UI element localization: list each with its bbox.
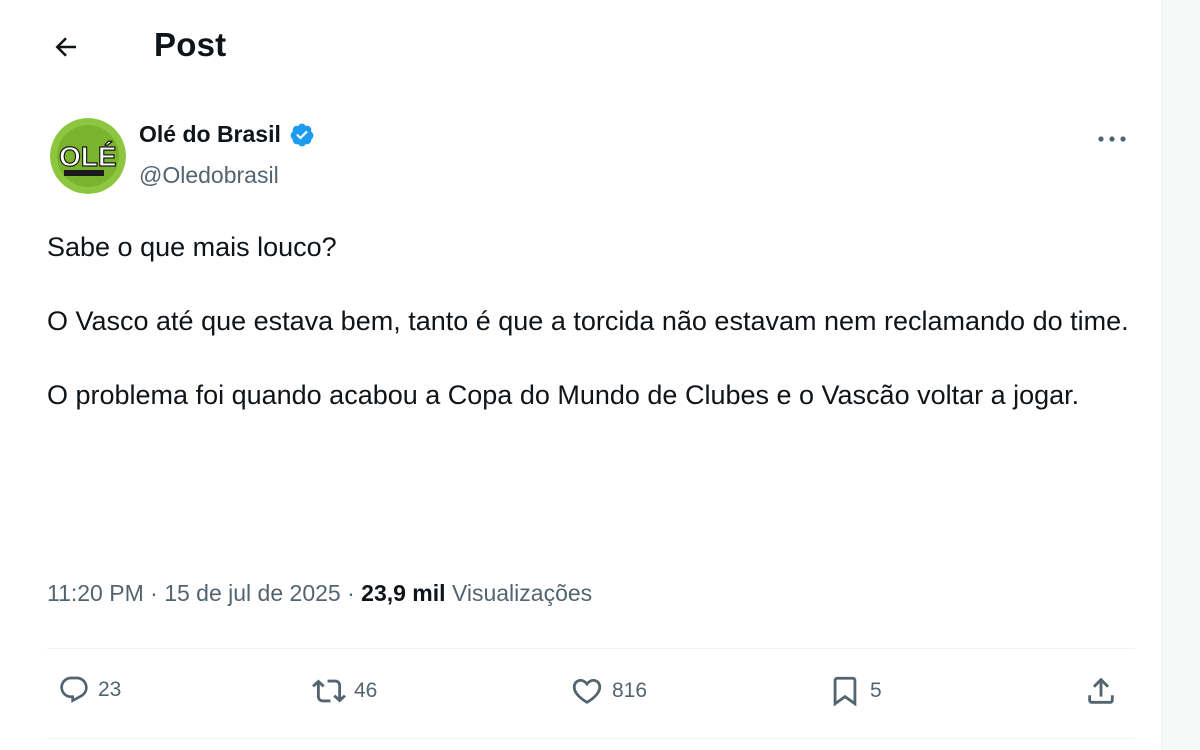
reply-count: 23 — [98, 678, 122, 701]
repost-icon — [312, 679, 346, 703]
post-card: Post OLÉ Olé do Brasil @Oledobrasil Sabe… — [0, 0, 1162, 750]
reply-icon — [60, 676, 88, 703]
bookmark-icon — [833, 676, 857, 707]
tweet-paragraph: O Vasco até que estava bem, tanto é que … — [47, 306, 1129, 336]
reply-button[interactable]: 23 — [58, 674, 121, 706]
tweet-text: Sabe o que mais louco? O Vasco até que e… — [47, 229, 1137, 414]
tweet-date[interactable]: 15 de jul de 2025 — [164, 580, 341, 607]
more-dots-icon — [1098, 136, 1126, 142]
tweet-paragraph: Sabe o que mais louco? — [47, 232, 337, 262]
views-count[interactable]: 23,9 mil — [361, 580, 445, 607]
verified-badge-icon — [290, 123, 314, 146]
page-title: Post — [154, 26, 227, 63]
ole-logo-icon: OLÉ — [50, 118, 126, 194]
action-bar: 23 46 816 5 — [0, 660, 1162, 730]
author-name[interactable]: Olé do Brasil — [139, 121, 281, 148]
divider — [47, 648, 1135, 649]
like-count: 816 — [612, 679, 648, 702]
views-label[interactable]: Visualizações — [452, 580, 592, 607]
repost-count: 46 — [354, 679, 378, 702]
share-button[interactable] — [1084, 674, 1118, 708]
bookmark-count: 5 — [870, 679, 882, 702]
arrow-left-icon — [55, 37, 76, 57]
like-button[interactable]: 816 — [570, 674, 647, 708]
tweet-paragraph: O problema foi quando acabou a Copa do M… — [47, 380, 1080, 410]
heart-icon — [572, 678, 602, 704]
divider — [47, 738, 1135, 739]
avatar[interactable]: OLÉ — [50, 118, 126, 194]
tweet-meta: 11:20 PM · 15 de jul de 2025 · 23,9 mil … — [47, 580, 592, 607]
repost-button[interactable]: 46 — [312, 674, 377, 708]
meta-separator: · — [340, 580, 362, 606]
tweet-time[interactable]: 11:20 PM — [47, 580, 144, 607]
back-button[interactable] — [46, 27, 86, 67]
more-options-button[interactable] — [1092, 122, 1132, 156]
top-bar: Post — [0, 0, 1162, 92]
svg-text:OLÉ: OLÉ — [59, 141, 117, 172]
bookmark-button[interactable]: 5 — [828, 674, 882, 708]
author-handle[interactable]: @Oledobrasil — [139, 162, 279, 189]
author-name-row: Olé do Brasil — [139, 121, 315, 148]
meta-separator: · — [143, 580, 165, 606]
share-icon — [1088, 677, 1114, 704]
